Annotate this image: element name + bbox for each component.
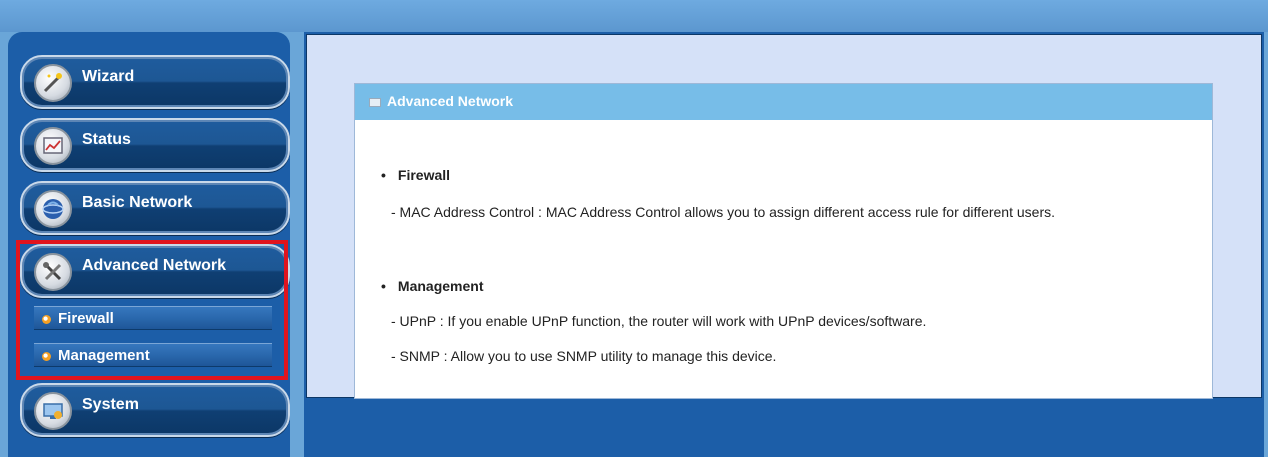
wand-icon — [34, 64, 72, 102]
sidebar: Wizard Status Basic Network Advanced Net… — [8, 32, 290, 457]
nav-basic-network-button[interactable]: Basic Network — [20, 181, 290, 235]
system-icon — [34, 392, 72, 430]
nav-wizard-button[interactable]: Wizard — [20, 55, 290, 109]
globe-icon — [34, 190, 72, 228]
window-icon — [369, 98, 381, 107]
nav-system-label: System — [82, 396, 139, 413]
section-management-snmp: - SNMP : Allow you to use SNMP utility t… — [391, 348, 777, 364]
section-firewall-desc: - MAC Address Control : MAC Address Cont… — [391, 204, 1055, 220]
card-header: Advanced Network — [355, 84, 1212, 120]
bullet-icon — [42, 352, 51, 361]
subnav-firewall-label: Firewall — [58, 310, 114, 327]
card-title: Advanced Network — [387, 93, 514, 109]
info-card: Advanced Network • Firewall - MAC Address… — [354, 83, 1213, 399]
nav-basic-network-label: Basic Network — [82, 194, 193, 211]
top-bar — [0, 0, 1268, 32]
tools-icon — [34, 253, 72, 291]
nav-system-button[interactable]: System — [20, 383, 290, 437]
chart-icon — [34, 127, 72, 165]
subnav-firewall-button[interactable]: Firewall — [34, 306, 272, 330]
section-management-title: • Management — [381, 278, 484, 294]
section-management-upnp: - UPnP : If you enable UPnP function, th… — [391, 313, 927, 329]
subnav-management-label: Management — [58, 347, 150, 364]
nav-status-button[interactable]: Status — [20, 118, 290, 172]
nav-status-label: Status — [82, 131, 131, 148]
bullet-icon — [42, 315, 51, 324]
bullet-icon: • — [381, 278, 386, 294]
nav-advanced-network-label: Advanced Network — [82, 257, 227, 274]
bullet-icon: • — [381, 167, 386, 183]
nav-advanced-network-button[interactable]: Advanced Network — [20, 244, 290, 298]
nav-wizard-label: Wizard — [82, 68, 135, 85]
subnav-management-button[interactable]: Management — [34, 343, 272, 367]
section-firewall-title: • Firewall — [381, 167, 451, 183]
